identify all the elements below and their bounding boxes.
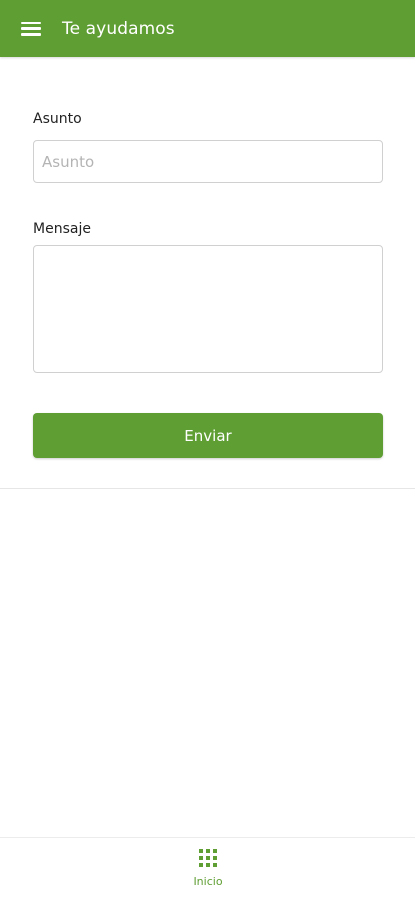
grid-icon <box>199 849 217 867</box>
bottom-navigation: Inicio <box>0 837 415 900</box>
menu-button[interactable] <box>0 0 62 57</box>
message-label: Mensaje <box>33 221 91 237</box>
subject-input[interactable] <box>33 140 383 183</box>
message-textarea[interactable] <box>33 245 383 373</box>
contact-form: Asunto Mensaje Enviar <box>0 57 415 489</box>
app-root: Te ayudamos Asunto Mensaje Enviar Inicio <box>0 0 415 900</box>
subject-label: Asunto <box>33 111 82 127</box>
page-title: Te ayudamos <box>62 18 175 39</box>
app-header: Te ayudamos <box>0 0 415 57</box>
hamburger-menu-icon <box>21 21 41 36</box>
nav-item-label: Inicio <box>193 875 223 888</box>
send-button[interactable]: Enviar <box>33 413 383 458</box>
nav-item-inicio[interactable]: Inicio <box>177 846 239 896</box>
